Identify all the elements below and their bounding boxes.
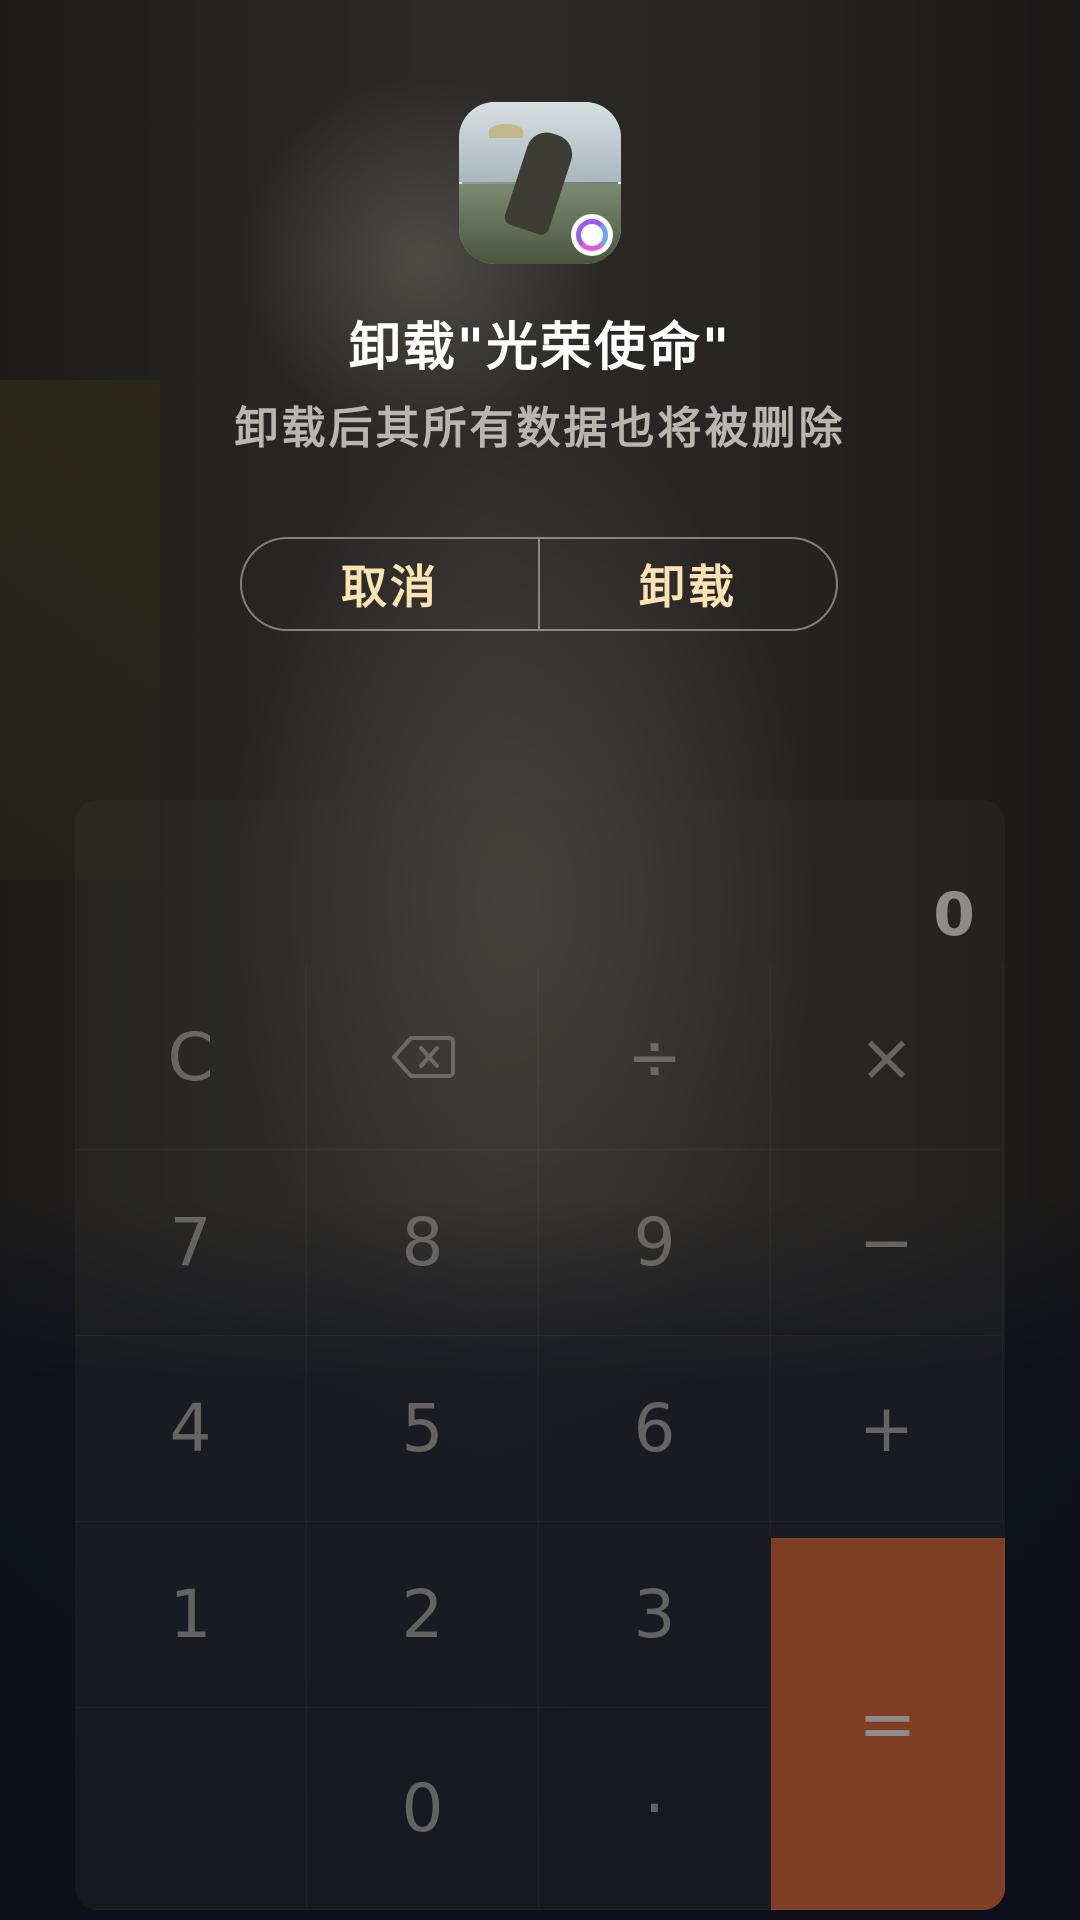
digit-5-key[interactable]: 5 — [307, 1336, 539, 1522]
backspace-icon — [391, 1036, 455, 1078]
digit-9-key[interactable]: 9 — [539, 1150, 771, 1336]
equals-key[interactable]: = — [771, 1538, 1005, 1910]
uninstall-button[interactable]: 卸载 — [540, 539, 836, 629]
plus-key[interactable]: + — [771, 1336, 1003, 1522]
divide-key[interactable]: ÷ — [539, 965, 771, 1150]
minus-key[interactable]: − — [771, 1150, 1003, 1336]
digit-6-key[interactable]: 6 — [539, 1336, 771, 1522]
badge-ring-icon — [576, 219, 608, 251]
multiply-key[interactable]: × — [771, 965, 1003, 1150]
calculator-display: 0 — [933, 880, 975, 950]
clear-key[interactable]: C — [75, 965, 307, 1150]
digit-8-key[interactable]: 8 — [307, 1150, 539, 1336]
app-icon — [459, 102, 621, 264]
digit-1-key[interactable]: 1 — [75, 1522, 307, 1708]
dialog-subtitle: 卸载后其所有数据也将被删除 — [234, 403, 846, 454]
digit-3-key[interactable]: 3 — [539, 1522, 771, 1708]
digit-4-key[interactable]: 4 — [75, 1336, 307, 1522]
digit-0-key[interactable]: 0 — [307, 1708, 539, 1910]
digit-2-key[interactable]: 2 — [307, 1522, 539, 1708]
calculator-panel: 0 C ÷ × 7 8 9 − 4 5 6 + 1 2 3 = 0 · — [75, 800, 1005, 1910]
empty-key — [75, 1708, 307, 1910]
digit-7-key[interactable]: 7 — [75, 1150, 307, 1336]
parachute-shape — [489, 124, 523, 138]
decimal-point-key[interactable]: · — [539, 1708, 771, 1910]
backspace-key[interactable] — [307, 965, 539, 1150]
cancel-button[interactable]: 取消 — [242, 539, 538, 629]
dialog-button-group: 取消 卸载 — [240, 537, 838, 631]
dialog-title: 卸载"光荣使命" — [348, 318, 732, 378]
